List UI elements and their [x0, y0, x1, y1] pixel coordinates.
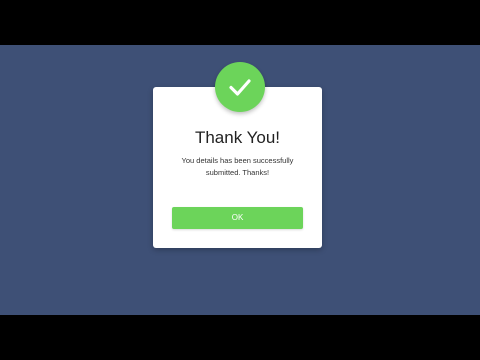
ok-button[interactable]: OK	[172, 207, 303, 229]
check-icon	[229, 79, 251, 96]
success-badge	[215, 62, 265, 112]
page-background: Thank You! You details has been successf…	[0, 45, 480, 315]
dialog-title: Thank You!	[194, 128, 281, 147]
dialog-message: You details has been successfully submit…	[181, 156, 294, 177]
